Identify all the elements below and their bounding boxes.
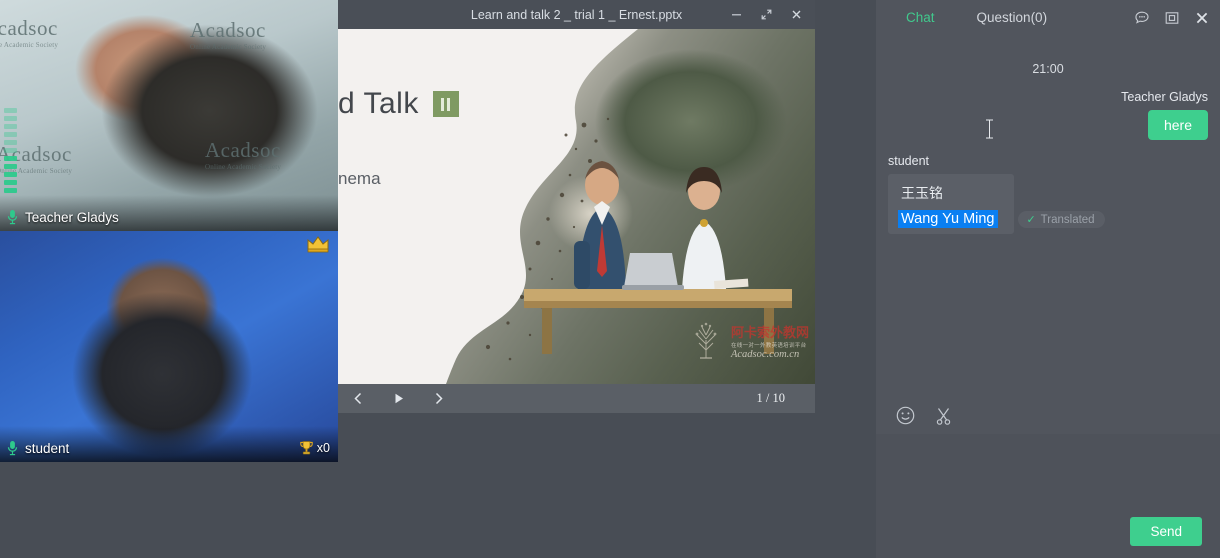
minimize-button[interactable] <box>721 0 751 29</box>
video-label-student: student <box>6 440 69 456</box>
chat-message-incoming: student 王玉铭 Wang Yu Ming ✓ Translated <box>888 154 1208 234</box>
restore-button[interactable] <box>751 0 781 29</box>
chevron-right-icon <box>431 391 446 406</box>
restore-panel-icon[interactable] <box>1162 8 1182 28</box>
video-label-text: Teacher Gladys <box>25 210 119 225</box>
video-label-text: student <box>25 441 69 456</box>
microphone-icon <box>6 440 19 456</box>
minimize-icon <box>730 8 743 21</box>
conference-app-window: Acadsoc Online Academic Society Acadsoc … <box>0 0 1220 558</box>
chat-bubble-icon[interactable] <box>1132 8 1152 28</box>
microphone-icon <box>6 209 19 225</box>
translated-badge: ✓ Translated <box>1018 211 1104 228</box>
audio-level-meter <box>4 108 17 193</box>
video-tile-student[interactable]: student x0 <box>0 231 338 462</box>
video-label-teacher: Teacher Gladys <box>6 209 119 225</box>
tab-question[interactable]: Question(0) <box>977 10 1048 25</box>
check-icon: ✓ <box>1026 213 1035 226</box>
chat-toolbar <box>876 396 1220 434</box>
tree-logo-icon <box>686 320 726 360</box>
chat-panel: Chat Question(0) <box>876 0 1220 558</box>
slide-prev-button[interactable] <box>338 384 378 413</box>
message-bubble[interactable]: here <box>1148 110 1208 140</box>
message-text-original: 王玉铭 <box>898 182 1004 204</box>
emoji-icon[interactable] <box>894 404 916 426</box>
message-text-translated: Wang Yu Ming <box>898 210 998 228</box>
crown-icon <box>306 235 330 258</box>
trophy-icon <box>299 440 314 456</box>
tab-chat[interactable]: Chat <box>906 10 935 25</box>
chat-input-area: Send <box>876 434 1220 558</box>
close-icon <box>790 8 803 21</box>
slide-play-button[interactable] <box>378 384 418 413</box>
window-controls <box>721 0 811 29</box>
restore-icon <box>760 8 773 21</box>
slide-page-indicator: 1 / 10 <box>757 391 785 406</box>
message-sender: Teacher Gladys <box>888 90 1208 104</box>
chat-message-outgoing: Teacher Gladys here <box>888 90 1208 140</box>
cam-watermark: Acadsoc Online Academic Society <box>190 18 266 51</box>
slide-canvas[interactable]: d Talk nema <box>338 29 815 384</box>
presentation-title-bar[interactable]: Learn and talk 2 _ trial 1 _ Ernest.pptx <box>338 0 815 29</box>
scissors-icon[interactable] <box>932 404 954 426</box>
chat-message-list[interactable]: 21:00 Teacher Gladys here student 王玉铭 Wa… <box>876 62 1220 417</box>
translated-label: Translated <box>1041 214 1095 226</box>
slide-next-button[interactable] <box>418 384 458 413</box>
send-button[interactable]: Send <box>1130 517 1202 546</box>
message-timestamp: 21:00 <box>888 62 1208 76</box>
watermark-cn-sub: 在线一对一外教英语培训平台 <box>731 341 809 349</box>
cam-watermark: Acadsoc Online Academic Society <box>205 138 281 171</box>
close-panel-icon[interactable] <box>1192 8 1212 28</box>
cam-watermark: Acadsoc Online Academic Society <box>0 16 58 49</box>
video-tile-teacher[interactable]: Acadsoc Online Academic Society Acadsoc … <box>0 0 338 231</box>
watermark-cn: 阿卡索外教网 <box>731 322 809 341</box>
slide-control-bar: 1 / 10 <box>338 384 815 413</box>
close-button[interactable] <box>781 0 811 29</box>
chat-header: Chat Question(0) <box>876 0 1220 38</box>
chat-tab-list: Chat Question(0) <box>906 10 1047 25</box>
watermark-en: Acadsoc.com.cn <box>731 349 809 360</box>
pause-icon[interactable] <box>433 91 459 117</box>
acadsoc-watermark: 阿卡索外教网 在线一对一外教英语培训平台 Acadsoc.com.cn <box>686 320 809 360</box>
message-bubble[interactable]: 王玉铭 Wang Yu Ming <box>888 174 1014 234</box>
presentation-window: Learn and talk 2 _ trial 1 _ Ernest.pptx <box>338 0 815 413</box>
play-icon <box>391 391 406 406</box>
slide-title-row: d Talk <box>338 87 459 121</box>
trophy-count: x0 <box>317 441 330 455</box>
chat-input-field[interactable] <box>876 434 1220 524</box>
chat-header-icons <box>1132 8 1212 28</box>
slide-title-text: d Talk <box>338 87 419 121</box>
text-cursor-icon <box>985 119 994 139</box>
video-column: Acadsoc Online Academic Society Acadsoc … <box>0 0 338 462</box>
trophy-counter: x0 <box>299 440 330 456</box>
chevron-left-icon <box>351 391 366 406</box>
slide-subtitle: nema <box>338 169 381 189</box>
message-sender: student <box>888 154 1208 168</box>
